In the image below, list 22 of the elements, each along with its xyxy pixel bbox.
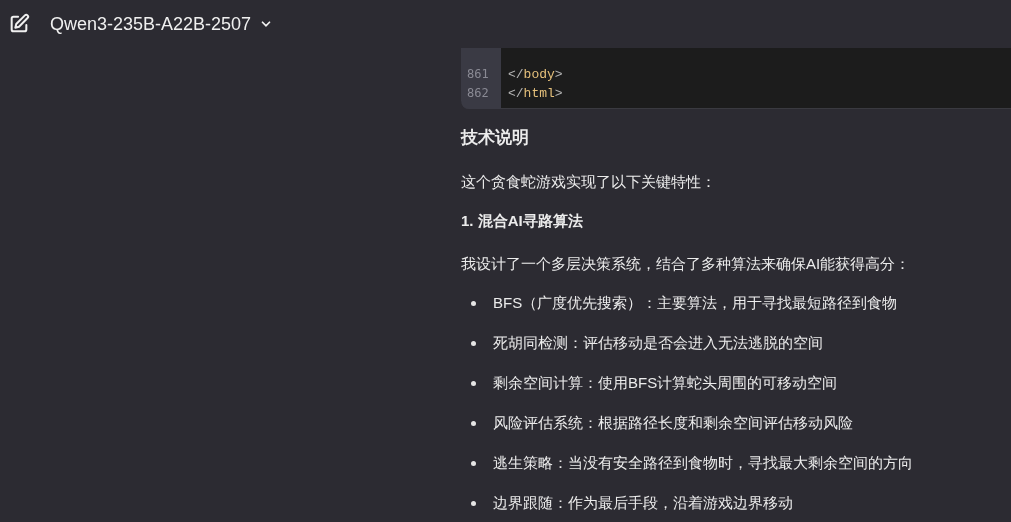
list-item-text: BFS（广度优先搜索）：主要算法，用于寻找最短路径到食物 — [493, 293, 898, 313]
list-item-text: 风险评估系统：根据路径长度和剩余空间评估移动风险 — [493, 413, 853, 433]
list-item-text: 边界跟随：作为最后手段，沿着游戏边界移动 — [493, 493, 793, 513]
paragraph: 我设计了一个多层决策系统，结合了多种算法来确保AI能获得高分： — [461, 253, 911, 274]
model-selector[interactable]: Qwen3-235B-A22B-2507 — [50, 10, 274, 38]
list-item-text: 逃生策略：当没有安全路径到食物时，寻找最大剩余空间的方向 — [493, 453, 913, 473]
bullet-icon — [471, 300, 476, 306]
bullet-icon — [471, 500, 476, 506]
code-line: </body> — [508, 66, 563, 84]
list-item-text: 死胡同检测：评估移动是否会进入无法逃脱的空间 — [493, 333, 823, 353]
list-item-text: 剩余空间计算：使用BFS计算蛇头周围的可移动空间 — [493, 373, 838, 393]
bullet-icon — [471, 340, 476, 346]
paragraph: 这个贪食蛇游戏实现了以下关键特性： — [461, 171, 716, 192]
bullet-icon — [471, 460, 476, 466]
line-number: 861 — [466, 66, 489, 83]
section-heading: 技术说明 — [461, 127, 529, 149]
bullet-icon — [471, 380, 476, 386]
new-chat-icon[interactable] — [8, 13, 30, 35]
subsection-heading: 1. 混合AI寻路算法 — [461, 211, 583, 231]
bullet-icon — [471, 420, 476, 426]
code-line: </html> — [508, 85, 563, 103]
line-number: 862 — [466, 85, 489, 102]
